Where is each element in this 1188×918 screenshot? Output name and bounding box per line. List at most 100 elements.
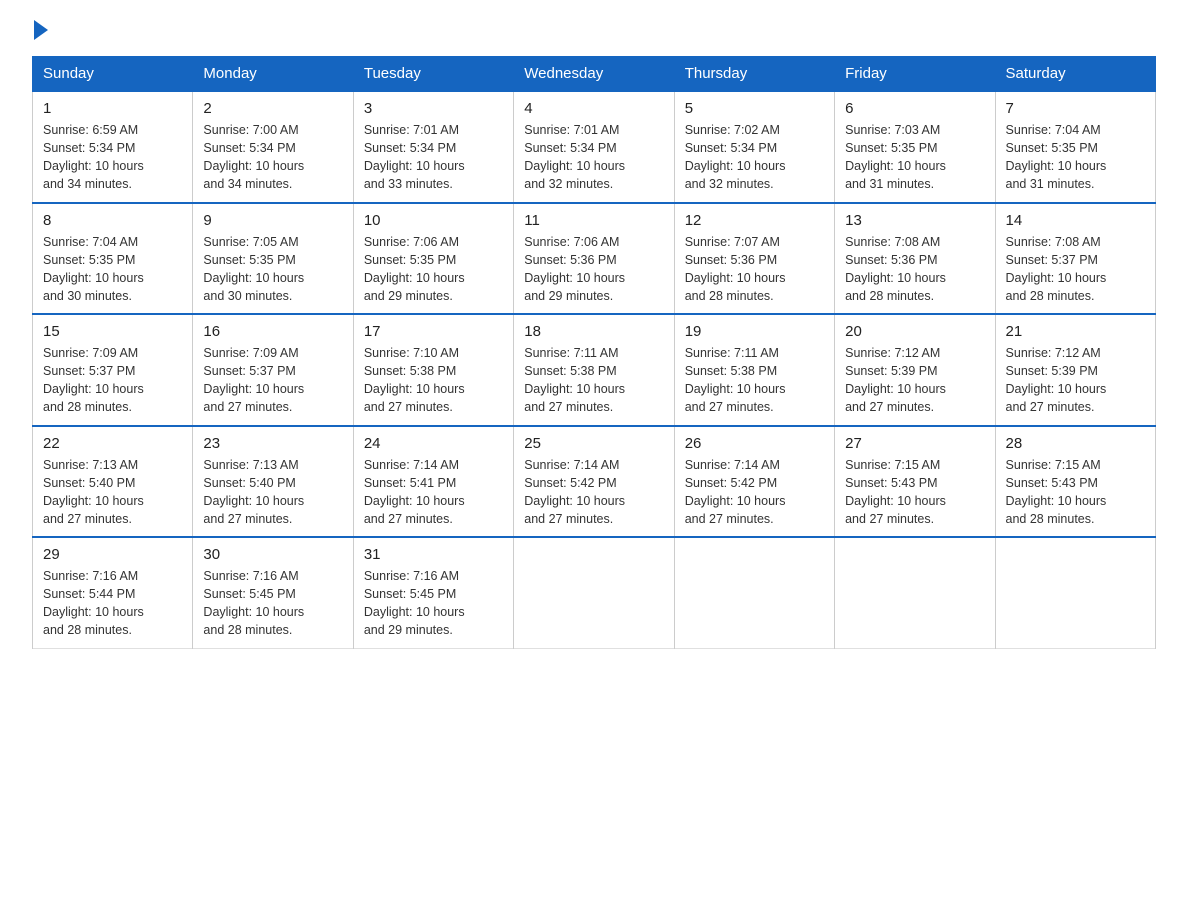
day-number: 8 <box>43 212 182 229</box>
day-number: 20 <box>845 323 984 340</box>
day-number: 6 <box>845 100 984 117</box>
day-number: 19 <box>685 323 824 340</box>
day-cell: 1Sunrise: 6:59 AMSunset: 5:34 PMDaylight… <box>33 91 193 203</box>
day-number: 13 <box>845 212 984 229</box>
calendar-table: SundayMondayTuesdayWednesdayThursdayFrid… <box>32 56 1156 649</box>
day-cell: 30 Sunrise: 7:16 AMSunset: 5:45 PMDayligh… <box>193 537 353 648</box>
header-cell-monday: Monday <box>193 57 353 92</box>
day-info: Sunrise: 7:04 AMSunset: 5:35 PMDaylight:… <box>43 233 182 306</box>
day-number: 15 <box>43 323 182 340</box>
header-cell-wednesday: Wednesday <box>514 57 674 92</box>
header-cell-saturday: Saturday <box>995 57 1155 92</box>
day-number: 7 <box>1006 100 1145 117</box>
day-number: 16 <box>203 323 342 340</box>
day-info: Sunrise: 7:15 AMSunset: 5:43 PMDaylight:… <box>1006 456 1145 529</box>
day-info: Sunrise: 7:06 AMSunset: 5:36 PMDaylight:… <box>524 233 663 306</box>
day-info: Sunrise: 7:00 AMSunset: 5:34 PMDaylight:… <box>203 121 342 194</box>
day-number: 17 <box>364 323 503 340</box>
day-cell: 13 Sunrise: 7:08 AMSunset: 5:36 PMDayligh… <box>835 203 995 315</box>
week-row-4: 22 Sunrise: 7:13 AMSunset: 5:40 PMDayligh… <box>33 426 1156 538</box>
day-cell: 29 Sunrise: 7:16 AMSunset: 5:44 PMDayligh… <box>33 537 193 648</box>
day-info: Sunrise: 7:14 AMSunset: 5:41 PMDaylight:… <box>364 456 503 529</box>
day-cell: 7 Sunrise: 7:04 AMSunset: 5:35 PMDaylight… <box>995 91 1155 203</box>
day-number: 29 <box>43 546 182 563</box>
day-number: 11 <box>524 212 663 229</box>
day-cell: 12Sunrise: 7:07 AMSunset: 5:36 PMDayligh… <box>674 203 834 315</box>
day-info: Sunrise: 7:01 AMSunset: 5:34 PMDaylight:… <box>524 121 663 194</box>
day-info: Sunrise: 7:07 AMSunset: 5:36 PMDaylight:… <box>685 233 824 306</box>
day-number: 23 <box>203 435 342 452</box>
day-info: Sunrise: 7:12 AMSunset: 5:39 PMDaylight:… <box>1006 344 1145 417</box>
header-cell-tuesday: Tuesday <box>353 57 513 92</box>
day-cell: 16Sunrise: 7:09 AMSunset: 5:37 PMDayligh… <box>193 314 353 426</box>
calendar-header: SundayMondayTuesdayWednesdayThursdayFrid… <box>33 57 1156 92</box>
day-info: Sunrise: 7:10 AMSunset: 5:38 PMDaylight:… <box>364 344 503 417</box>
day-info: Sunrise: 7:05 AMSunset: 5:35 PMDaylight:… <box>203 233 342 306</box>
header-cell-thursday: Thursday <box>674 57 834 92</box>
header-cell-sunday: Sunday <box>33 57 193 92</box>
day-info: Sunrise: 7:11 AMSunset: 5:38 PMDaylight:… <box>524 344 663 417</box>
day-cell: 10 Sunrise: 7:06 AMSunset: 5:35 PMDayligh… <box>353 203 513 315</box>
day-info: Sunrise: 7:08 AMSunset: 5:36 PMDaylight:… <box>845 233 984 306</box>
week-row-1: 1Sunrise: 6:59 AMSunset: 5:34 PMDaylight… <box>33 91 1156 203</box>
day-number: 28 <box>1006 435 1145 452</box>
day-info: Sunrise: 7:09 AMSunset: 5:37 PMDaylight:… <box>43 344 182 417</box>
day-cell: 20 Sunrise: 7:12 AMSunset: 5:39 PMDayligh… <box>835 314 995 426</box>
day-cell: 11 Sunrise: 7:06 AMSunset: 5:36 PMDayligh… <box>514 203 674 315</box>
day-cell: 2Sunrise: 7:00 AMSunset: 5:34 PMDaylight… <box>193 91 353 203</box>
day-cell: 27 Sunrise: 7:15 AMSunset: 5:43 PMDayligh… <box>835 426 995 538</box>
day-info: Sunrise: 7:06 AMSunset: 5:35 PMDaylight:… <box>364 233 503 306</box>
day-number: 30 <box>203 546 342 563</box>
logo-arrow-icon <box>34 20 48 40</box>
day-info: Sunrise: 6:59 AMSunset: 5:34 PMDaylight:… <box>43 121 182 194</box>
week-row-5: 29 Sunrise: 7:16 AMSunset: 5:44 PMDayligh… <box>33 537 1156 648</box>
day-number: 25 <box>524 435 663 452</box>
day-info: Sunrise: 7:15 AMSunset: 5:43 PMDaylight:… <box>845 456 984 529</box>
day-number: 5 <box>685 100 824 117</box>
page-header <box>32 24 1156 38</box>
day-info: Sunrise: 7:14 AMSunset: 5:42 PMDaylight:… <box>524 456 663 529</box>
day-cell: 5 Sunrise: 7:02 AMSunset: 5:34 PMDaylight… <box>674 91 834 203</box>
day-number: 26 <box>685 435 824 452</box>
day-cell: 22 Sunrise: 7:13 AMSunset: 5:40 PMDayligh… <box>33 426 193 538</box>
day-cell: 6 Sunrise: 7:03 AMSunset: 5:35 PMDaylight… <box>835 91 995 203</box>
day-info: Sunrise: 7:03 AMSunset: 5:35 PMDaylight:… <box>845 121 984 194</box>
day-info: Sunrise: 7:16 AMSunset: 5:45 PMDaylight:… <box>203 567 342 640</box>
day-cell: 26 Sunrise: 7:14 AMSunset: 5:42 PMDayligh… <box>674 426 834 538</box>
day-cell: 9Sunrise: 7:05 AMSunset: 5:35 PMDaylight… <box>193 203 353 315</box>
day-info: Sunrise: 7:16 AMSunset: 5:45 PMDaylight:… <box>364 567 503 640</box>
day-cell: 4 Sunrise: 7:01 AMSunset: 5:34 PMDaylight… <box>514 91 674 203</box>
day-cell <box>674 537 834 648</box>
day-number: 3 <box>364 100 503 117</box>
day-cell: 23Sunrise: 7:13 AMSunset: 5:40 PMDayligh… <box>193 426 353 538</box>
day-number: 4 <box>524 100 663 117</box>
day-cell: 8 Sunrise: 7:04 AMSunset: 5:35 PMDaylight… <box>33 203 193 315</box>
day-info: Sunrise: 7:14 AMSunset: 5:42 PMDaylight:… <box>685 456 824 529</box>
day-info: Sunrise: 7:13 AMSunset: 5:40 PMDaylight:… <box>43 456 182 529</box>
day-cell <box>514 537 674 648</box>
day-info: Sunrise: 7:16 AMSunset: 5:44 PMDaylight:… <box>43 567 182 640</box>
day-cell <box>835 537 995 648</box>
day-number: 14 <box>1006 212 1145 229</box>
day-info: Sunrise: 7:02 AMSunset: 5:34 PMDaylight:… <box>685 121 824 194</box>
day-info: Sunrise: 7:04 AMSunset: 5:35 PMDaylight:… <box>1006 121 1145 194</box>
header-cell-friday: Friday <box>835 57 995 92</box>
day-cell: 14 Sunrise: 7:08 AMSunset: 5:37 PMDayligh… <box>995 203 1155 315</box>
day-number: 22 <box>43 435 182 452</box>
day-cell: 24 Sunrise: 7:14 AMSunset: 5:41 PMDayligh… <box>353 426 513 538</box>
day-number: 31 <box>364 546 503 563</box>
day-number: 24 <box>364 435 503 452</box>
day-cell: 19Sunrise: 7:11 AMSunset: 5:38 PMDayligh… <box>674 314 834 426</box>
day-cell: 17 Sunrise: 7:10 AMSunset: 5:38 PMDayligh… <box>353 314 513 426</box>
day-cell: 21Sunrise: 7:12 AMSunset: 5:39 PMDayligh… <box>995 314 1155 426</box>
day-cell: 15 Sunrise: 7:09 AMSunset: 5:37 PMDayligh… <box>33 314 193 426</box>
day-info: Sunrise: 7:01 AMSunset: 5:34 PMDaylight:… <box>364 121 503 194</box>
day-number: 10 <box>364 212 503 229</box>
day-cell: 18Sunrise: 7:11 AMSunset: 5:38 PMDayligh… <box>514 314 674 426</box>
day-info: Sunrise: 7:08 AMSunset: 5:37 PMDaylight:… <box>1006 233 1145 306</box>
day-cell: 25 Sunrise: 7:14 AMSunset: 5:42 PMDayligh… <box>514 426 674 538</box>
day-cell: 3 Sunrise: 7:01 AMSunset: 5:34 PMDaylight… <box>353 91 513 203</box>
week-row-3: 15 Sunrise: 7:09 AMSunset: 5:37 PMDayligh… <box>33 314 1156 426</box>
day-number: 27 <box>845 435 984 452</box>
day-info: Sunrise: 7:12 AMSunset: 5:39 PMDaylight:… <box>845 344 984 417</box>
